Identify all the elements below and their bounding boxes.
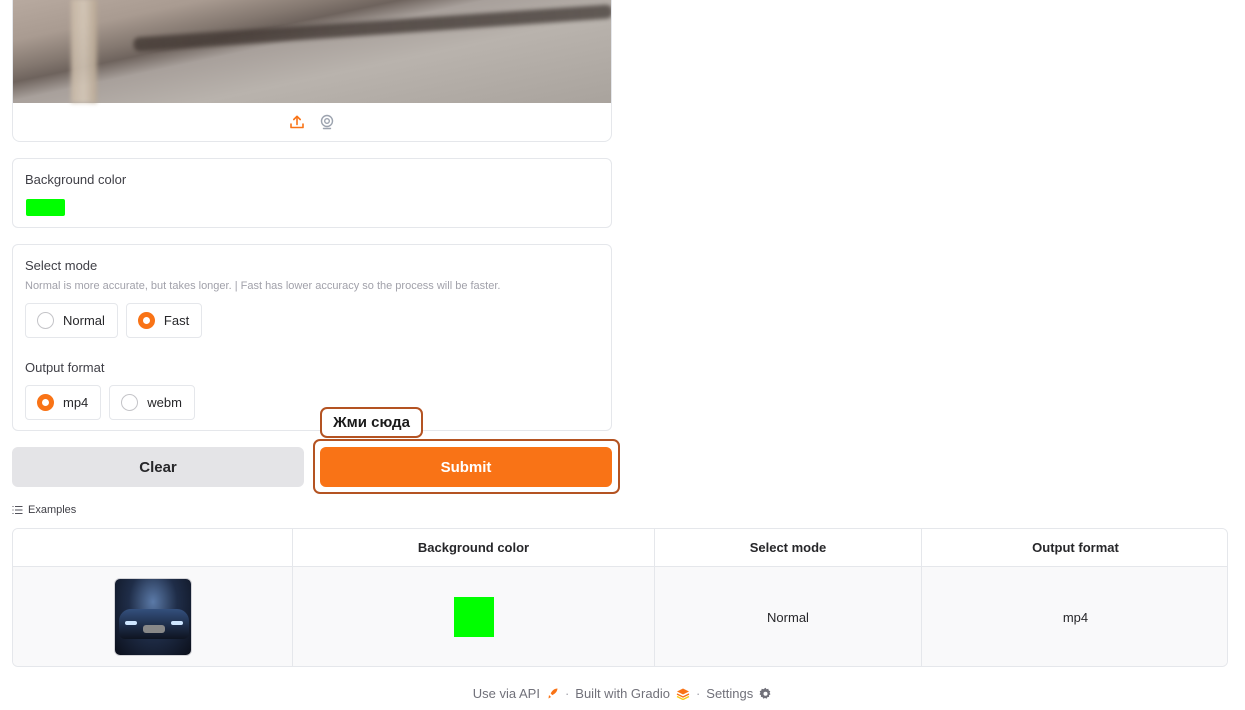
select-mode-radio-group: Normal Fast [25, 303, 203, 338]
output-format-radio-group: mp4 webm [25, 385, 195, 420]
radio-normal[interactable]: Normal [25, 303, 118, 338]
examples-table: Background color Select mode Output form… [12, 528, 1228, 667]
radio-fast-indicator[interactable] [137, 312, 155, 329]
radio-normal-label: Normal [63, 313, 105, 328]
example-mode-cell[interactable]: Normal [655, 567, 922, 666]
submit-highlight-frame [313, 439, 620, 494]
car-headlight [170, 621, 183, 625]
hint-tooltip: Жми сюда [320, 407, 423, 438]
video-frame-detail [133, 4, 611, 52]
color-picker-swatch[interactable] [26, 199, 65, 216]
settings-link[interactable]: Settings [706, 686, 772, 701]
table-row[interactable]: Normal mp4 [13, 567, 1227, 666]
options-panel: Select mode Normal is more accurate, but… [12, 244, 612, 431]
video-source-controls [13, 103, 611, 141]
video-frame-detail [71, 0, 97, 103]
radio-mp4-label: mp4 [63, 395, 89, 410]
video-input[interactable] [12, 0, 612, 142]
car-thumbnail[interactable] [113, 578, 192, 656]
output-format-label: Output format [25, 360, 105, 375]
car-headlight [124, 621, 137, 625]
upload-icon[interactable] [288, 113, 306, 131]
use-via-api-label: Use via API [472, 686, 540, 701]
background-color-label: Background color [25, 172, 127, 187]
radio-fast-label: Fast [163, 313, 190, 328]
radio-webm-label: webm [147, 395, 182, 410]
built-with-gradio-link[interactable]: Built with Gradio [575, 686, 690, 701]
radio-normal-indicator[interactable] [37, 312, 54, 329]
example-thumbnail-cell[interactable] [13, 567, 293, 666]
examples-table-header: Background color Select mode Output form… [13, 529, 1227, 567]
radio-webm-indicator[interactable] [121, 394, 139, 411]
example-color-cell[interactable] [293, 567, 655, 666]
select-mode-label: Select mode [25, 258, 98, 273]
header-cell-output-format: Output format [1032, 540, 1119, 555]
webcam-icon[interactable] [318, 113, 336, 131]
gear-icon [759, 687, 771, 699]
settings-label: Settings [706, 686, 754, 701]
background-color-panel: Background color [12, 158, 612, 228]
built-with-gradio-label: Built with Gradio [575, 686, 670, 701]
header-cell-select-mode: Select mode [655, 529, 922, 566]
radio-webm[interactable]: webm [109, 385, 195, 420]
car-grille [142, 625, 165, 633]
gradio-logo-icon [676, 688, 690, 700]
examples-header: Examples [12, 504, 76, 516]
rocket-icon [548, 688, 558, 699]
radio-mp4-indicator[interactable] [37, 394, 54, 411]
clear-button[interactable]: Clear [12, 447, 304, 487]
footer: Use via API · Built with Gradio · Settin… [0, 686, 1245, 701]
radio-mp4[interactable]: mp4 [25, 385, 102, 420]
example-format-cell[interactable]: mp4 [922, 567, 1227, 666]
examples-label: Examples [28, 504, 77, 516]
example-color-swatch [453, 597, 494, 637]
header-cell-input [13, 529, 293, 566]
use-via-api-link[interactable]: Use via API [473, 686, 559, 701]
header-cell-background-color: Background color [293, 529, 655, 566]
radio-fast[interactable]: Fast [125, 303, 203, 338]
footer-separator: · [695, 686, 701, 701]
video-preview [13, 0, 611, 103]
footer-separator: · [564, 686, 570, 701]
list-icon [12, 506, 23, 514]
select-mode-info: Normal is more accurate, but takes longe… [25, 280, 501, 292]
